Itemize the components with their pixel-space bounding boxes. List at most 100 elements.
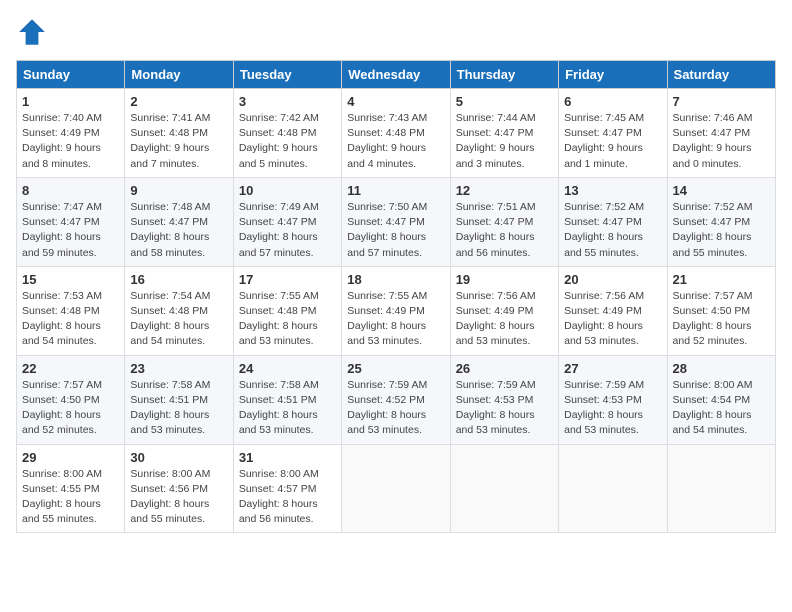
day-cell-23: 23 Sunrise: 7:58 AMSunset: 4:51 PMDaylig… <box>125 355 233 444</box>
day-info: Sunrise: 7:42 AMSunset: 4:48 PMDaylight:… <box>239 111 336 172</box>
day-number: 26 <box>456 361 553 376</box>
day-number: 7 <box>673 94 770 109</box>
day-cell-30: 30 Sunrise: 8:00 AMSunset: 4:56 PMDaylig… <box>125 444 233 533</box>
day-number: 1 <box>22 94 119 109</box>
day-number: 30 <box>130 450 227 465</box>
day-number: 19 <box>456 272 553 287</box>
day-number: 2 <box>130 94 227 109</box>
day-info: Sunrise: 7:55 AMSunset: 4:49 PMDaylight:… <box>347 289 444 350</box>
day-number: 16 <box>130 272 227 287</box>
page-header <box>16 16 776 48</box>
day-info: Sunrise: 7:41 AMSunset: 4:48 PMDaylight:… <box>130 111 227 172</box>
empty-cell <box>559 444 667 533</box>
day-cell-21: 21 Sunrise: 7:57 AMSunset: 4:50 PMDaylig… <box>667 266 775 355</box>
day-info: Sunrise: 7:59 AMSunset: 4:53 PMDaylight:… <box>456 378 553 439</box>
day-number: 15 <box>22 272 119 287</box>
column-header-sunday: Sunday <box>17 61 125 89</box>
day-cell-16: 16 Sunrise: 7:54 AMSunset: 4:48 PMDaylig… <box>125 266 233 355</box>
day-info: Sunrise: 7:58 AMSunset: 4:51 PMDaylight:… <box>239 378 336 439</box>
day-number: 20 <box>564 272 661 287</box>
day-info: Sunrise: 7:54 AMSunset: 4:48 PMDaylight:… <box>130 289 227 350</box>
day-cell-17: 17 Sunrise: 7:55 AMSunset: 4:48 PMDaylig… <box>233 266 341 355</box>
day-info: Sunrise: 7:44 AMSunset: 4:47 PMDaylight:… <box>456 111 553 172</box>
day-number: 29 <box>22 450 119 465</box>
day-cell-7: 7 Sunrise: 7:46 AMSunset: 4:47 PMDayligh… <box>667 89 775 178</box>
day-info: Sunrise: 7:52 AMSunset: 4:47 PMDaylight:… <box>564 200 661 261</box>
day-info: Sunrise: 7:47 AMSunset: 4:47 PMDaylight:… <box>22 200 119 261</box>
day-cell-3: 3 Sunrise: 7:42 AMSunset: 4:48 PMDayligh… <box>233 89 341 178</box>
day-cell-25: 25 Sunrise: 7:59 AMSunset: 4:52 PMDaylig… <box>342 355 450 444</box>
day-number: 31 <box>239 450 336 465</box>
day-cell-31: 31 Sunrise: 8:00 AMSunset: 4:57 PMDaylig… <box>233 444 341 533</box>
day-number: 6 <box>564 94 661 109</box>
day-info: Sunrise: 7:53 AMSunset: 4:48 PMDaylight:… <box>22 289 119 350</box>
column-header-monday: Monday <box>125 61 233 89</box>
day-info: Sunrise: 7:49 AMSunset: 4:47 PMDaylight:… <box>239 200 336 261</box>
column-header-tuesday: Tuesday <box>233 61 341 89</box>
day-cell-27: 27 Sunrise: 7:59 AMSunset: 4:53 PMDaylig… <box>559 355 667 444</box>
day-number: 8 <box>22 183 119 198</box>
day-cell-9: 9 Sunrise: 7:48 AMSunset: 4:47 PMDayligh… <box>125 177 233 266</box>
day-number: 4 <box>347 94 444 109</box>
day-number: 25 <box>347 361 444 376</box>
column-header-wednesday: Wednesday <box>342 61 450 89</box>
day-number: 18 <box>347 272 444 287</box>
calendar-week-1: 1 Sunrise: 7:40 AMSunset: 4:49 PMDayligh… <box>17 89 776 178</box>
day-number: 10 <box>239 183 336 198</box>
day-cell-6: 6 Sunrise: 7:45 AMSunset: 4:47 PMDayligh… <box>559 89 667 178</box>
empty-cell <box>450 444 558 533</box>
day-cell-15: 15 Sunrise: 7:53 AMSunset: 4:48 PMDaylig… <box>17 266 125 355</box>
day-number: 28 <box>673 361 770 376</box>
day-number: 9 <box>130 183 227 198</box>
day-cell-11: 11 Sunrise: 7:50 AMSunset: 4:47 PMDaylig… <box>342 177 450 266</box>
day-number: 3 <box>239 94 336 109</box>
calendar-table: SundayMondayTuesdayWednesdayThursdayFrid… <box>16 60 776 533</box>
day-cell-29: 29 Sunrise: 8:00 AMSunset: 4:55 PMDaylig… <box>17 444 125 533</box>
day-cell-20: 20 Sunrise: 7:56 AMSunset: 4:49 PMDaylig… <box>559 266 667 355</box>
calendar-week-3: 15 Sunrise: 7:53 AMSunset: 4:48 PMDaylig… <box>17 266 776 355</box>
day-cell-13: 13 Sunrise: 7:52 AMSunset: 4:47 PMDaylig… <box>559 177 667 266</box>
day-cell-2: 2 Sunrise: 7:41 AMSunset: 4:48 PMDayligh… <box>125 89 233 178</box>
day-info: Sunrise: 7:50 AMSunset: 4:47 PMDaylight:… <box>347 200 444 261</box>
day-number: 12 <box>456 183 553 198</box>
day-cell-22: 22 Sunrise: 7:57 AMSunset: 4:50 PMDaylig… <box>17 355 125 444</box>
day-info: Sunrise: 7:46 AMSunset: 4:47 PMDaylight:… <box>673 111 770 172</box>
empty-cell <box>342 444 450 533</box>
day-info: Sunrise: 7:40 AMSunset: 4:49 PMDaylight:… <box>22 111 119 172</box>
day-number: 13 <box>564 183 661 198</box>
logo-icon <box>16 16 48 48</box>
day-number: 23 <box>130 361 227 376</box>
calendar-week-4: 22 Sunrise: 7:57 AMSunset: 4:50 PMDaylig… <box>17 355 776 444</box>
calendar-week-5: 29 Sunrise: 8:00 AMSunset: 4:55 PMDaylig… <box>17 444 776 533</box>
day-cell-8: 8 Sunrise: 7:47 AMSunset: 4:47 PMDayligh… <box>17 177 125 266</box>
day-number: 27 <box>564 361 661 376</box>
day-info: Sunrise: 7:43 AMSunset: 4:48 PMDaylight:… <box>347 111 444 172</box>
day-info: Sunrise: 7:56 AMSunset: 4:49 PMDaylight:… <box>456 289 553 350</box>
day-cell-12: 12 Sunrise: 7:51 AMSunset: 4:47 PMDaylig… <box>450 177 558 266</box>
day-cell-10: 10 Sunrise: 7:49 AMSunset: 4:47 PMDaylig… <box>233 177 341 266</box>
day-number: 22 <box>22 361 119 376</box>
day-cell-18: 18 Sunrise: 7:55 AMSunset: 4:49 PMDaylig… <box>342 266 450 355</box>
logo <box>16 16 52 48</box>
day-info: Sunrise: 7:55 AMSunset: 4:48 PMDaylight:… <box>239 289 336 350</box>
day-number: 5 <box>456 94 553 109</box>
day-info: Sunrise: 8:00 AMSunset: 4:54 PMDaylight:… <box>673 378 770 439</box>
day-cell-5: 5 Sunrise: 7:44 AMSunset: 4:47 PMDayligh… <box>450 89 558 178</box>
day-number: 17 <box>239 272 336 287</box>
day-info: Sunrise: 7:57 AMSunset: 4:50 PMDaylight:… <box>22 378 119 439</box>
calendar-week-2: 8 Sunrise: 7:47 AMSunset: 4:47 PMDayligh… <box>17 177 776 266</box>
day-cell-26: 26 Sunrise: 7:59 AMSunset: 4:53 PMDaylig… <box>450 355 558 444</box>
day-cell-14: 14 Sunrise: 7:52 AMSunset: 4:47 PMDaylig… <box>667 177 775 266</box>
day-info: Sunrise: 7:57 AMSunset: 4:50 PMDaylight:… <box>673 289 770 350</box>
day-info: Sunrise: 7:59 AMSunset: 4:53 PMDaylight:… <box>564 378 661 439</box>
day-number: 14 <box>673 183 770 198</box>
day-cell-19: 19 Sunrise: 7:56 AMSunset: 4:49 PMDaylig… <box>450 266 558 355</box>
day-info: Sunrise: 7:48 AMSunset: 4:47 PMDaylight:… <box>130 200 227 261</box>
day-info: Sunrise: 7:58 AMSunset: 4:51 PMDaylight:… <box>130 378 227 439</box>
day-info: Sunrise: 7:59 AMSunset: 4:52 PMDaylight:… <box>347 378 444 439</box>
day-cell-4: 4 Sunrise: 7:43 AMSunset: 4:48 PMDayligh… <box>342 89 450 178</box>
day-info: Sunrise: 7:51 AMSunset: 4:47 PMDaylight:… <box>456 200 553 261</box>
day-number: 11 <box>347 183 444 198</box>
day-info: Sunrise: 7:56 AMSunset: 4:49 PMDaylight:… <box>564 289 661 350</box>
column-header-friday: Friday <box>559 61 667 89</box>
